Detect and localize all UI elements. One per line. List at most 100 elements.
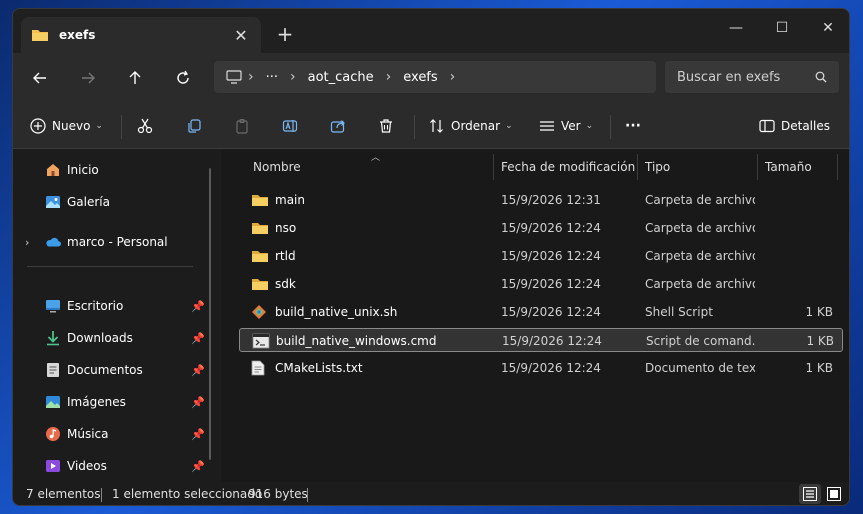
column-divider[interactable] <box>637 154 638 180</box>
file-row[interactable]: rtld 15/9/2026 12:24 Carpeta de archivos <box>239 244 843 268</box>
sidebar-item-escritorio[interactable]: Escritorio 📌 <box>45 292 205 320</box>
onedrive-icon <box>45 234 61 250</box>
sidebar-item-documentos[interactable]: Documentos 📌 <box>45 356 205 384</box>
breadcrumb-more-button[interactable]: ··· <box>266 70 278 85</box>
breadcrumb-aot-cache[interactable]: aot_cache <box>308 70 374 85</box>
column-header-name[interactable]: Nombre <box>253 150 493 184</box>
file-name-cell: rtld <box>251 244 501 268</box>
breadcrumb-exefs[interactable]: exefs <box>403 70 437 85</box>
file-name-cell: CMakeLists.txt <box>251 356 501 380</box>
column-header-size[interactable]: Tamaño <box>765 150 835 184</box>
file-size: 1 KB <box>805 361 833 375</box>
details-view-button[interactable] <box>799 484 821 504</box>
share-button[interactable] <box>330 111 346 141</box>
sidebar-item-label: Imágenes <box>67 395 126 409</box>
file-list: ︿ Nombre Fecha de modificación Tipo Tama… <box>221 150 849 482</box>
file-modified: 15/9/2026 12:24 <box>502 334 602 348</box>
close-window-button[interactable]: ✕ <box>805 15 849 41</box>
sidebar-item-label: Videos <box>67 459 107 473</box>
minimize-button[interactable]: — <box>713 15 759 41</box>
file-modified: 15/9/2026 12:24 <box>501 249 601 263</box>
sidebar-item-label: Escritorio <box>67 299 124 313</box>
file-row[interactable]: build_native_unix.sh 15/9/2026 12:24 Shell… <box>239 300 843 324</box>
column-divider[interactable] <box>757 154 758 180</box>
file-row[interactable]: nso 15/9/2026 12:24 Carpeta de archivos <box>239 216 843 240</box>
file-name-cell: build_native_unix.sh <box>251 300 501 324</box>
item-count: 7 elementos <box>26 487 101 501</box>
details-view-icon <box>803 487 817 501</box>
pin-icon[interactable]: 📌 <box>191 364 205 377</box>
more-options-button[interactable]: ··· <box>625 111 641 141</box>
paste-button[interactable] <box>234 111 250 141</box>
up-button[interactable] <box>121 65 149 91</box>
selection-count: 1 elemento seleccionado <box>112 487 263 501</box>
videos-icon <box>45 458 61 474</box>
file-row[interactable]: main 15/9/2026 12:31 Carpeta de archivos <box>239 188 843 212</box>
column-divider[interactable] <box>837 154 838 180</box>
file-size <box>765 216 833 240</box>
folder-icon <box>251 248 269 264</box>
file-row[interactable]: build_native_windows.cmd 15/9/2026 12:24 S… <box>239 328 843 352</box>
sidebar-item-onedrive[interactable]: marco - Personal <box>45 228 205 256</box>
sidebar-item-label: Música <box>67 427 109 441</box>
file-name-cell: build_native_windows.cmd <box>252 329 502 353</box>
sidebar-item-galeria[interactable]: Galería <box>45 188 205 216</box>
toolbar-divider <box>414 115 415 139</box>
file-size: 1 KB <box>806 334 834 348</box>
details-pane-label: Detalles <box>781 119 830 133</box>
maximize-button[interactable]: ☐ <box>759 15 805 41</box>
new-button[interactable]: Nuevo ⌄ <box>30 111 103 141</box>
sidebar-item-imagenes[interactable]: Imágenes 📌 <box>45 388 205 416</box>
column-divider[interactable] <box>493 154 494 180</box>
file-type: Carpeta de archivos <box>645 277 755 291</box>
breadcrumb-separator-icon: › <box>385 69 392 85</box>
pin-icon[interactable]: 📌 <box>191 460 205 473</box>
sidebar-scrollbar[interactable] <box>209 168 211 460</box>
column-header-modified[interactable]: Fecha de modificación <box>501 150 641 184</box>
file-type: Carpeta de archivos <box>645 221 755 235</box>
column-header-type[interactable]: Tipo <box>645 150 755 184</box>
file-modified: 15/9/2026 12:24 <box>501 305 601 319</box>
file-name: nso <box>275 221 297 235</box>
file-row[interactable]: sdk 15/9/2026 12:24 Carpeta de archivos <box>239 272 843 296</box>
folder-icon <box>251 220 269 236</box>
file-type: Shell Script <box>645 305 713 319</box>
address-bar[interactable]: › ··· › aot_cache › exefs › <box>214 61 656 93</box>
pin-icon[interactable]: 📌 <box>191 396 205 409</box>
tab-exefs[interactable]: exefs ✕ <box>21 17 261 53</box>
arrow-up-icon <box>129 71 141 84</box>
clipboard-icon <box>236 118 248 134</box>
pin-icon[interactable]: 📌 <box>191 428 205 441</box>
file-row[interactable]: CMakeLists.txt 15/9/2026 12:24 Documento d… <box>239 356 843 380</box>
command-bar: Nuevo ⌄ Ordenar ⌄ Ver ⌄ ··· Detalles <box>13 103 849 149</box>
copy-button[interactable] <box>186 111 202 141</box>
rename-button[interactable] <box>282 111 298 141</box>
refresh-button[interactable] <box>169 65 197 91</box>
details-pane-button[interactable]: Detalles <box>759 111 830 141</box>
file-size <box>765 272 833 296</box>
toolbar-divider <box>121 115 122 139</box>
breadcrumb-separator-icon: › <box>449 69 456 85</box>
search-box[interactable]: Buscar en exefs <box>665 61 839 93</box>
delete-button[interactable] <box>378 111 394 141</box>
sidebar-item-videos[interactable]: Videos 📌 <box>45 452 205 480</box>
search-input[interactable]: Buscar en exefs <box>677 70 815 85</box>
file-size <box>765 244 833 268</box>
sidebar-item-inicio[interactable]: Inicio <box>45 156 205 184</box>
sidebar-item-musica[interactable]: Música 📌 <box>45 420 205 448</box>
view-button[interactable]: Ver ⌄ <box>539 111 593 141</box>
folder-icon <box>32 30 48 41</box>
forward-button[interactable] <box>74 65 102 91</box>
chevron-down-icon: ⌄ <box>95 121 103 131</box>
cut-button[interactable] <box>137 111 153 141</box>
sort-button[interactable]: Ordenar ⌄ <box>429 111 513 141</box>
new-tab-button[interactable]: + <box>273 23 297 45</box>
sidebar-item-downloads[interactable]: Downloads 📌 <box>45 324 205 352</box>
pin-icon[interactable]: 📌 <box>191 332 205 345</box>
back-button[interactable] <box>26 65 54 91</box>
tab-close-button[interactable]: ✕ <box>231 26 251 45</box>
tiles-view-button[interactable] <box>823 484 845 504</box>
chevron-right-icon[interactable]: › <box>25 236 29 249</box>
pin-icon[interactable]: 📌 <box>191 300 205 313</box>
computer-icon <box>226 70 242 84</box>
